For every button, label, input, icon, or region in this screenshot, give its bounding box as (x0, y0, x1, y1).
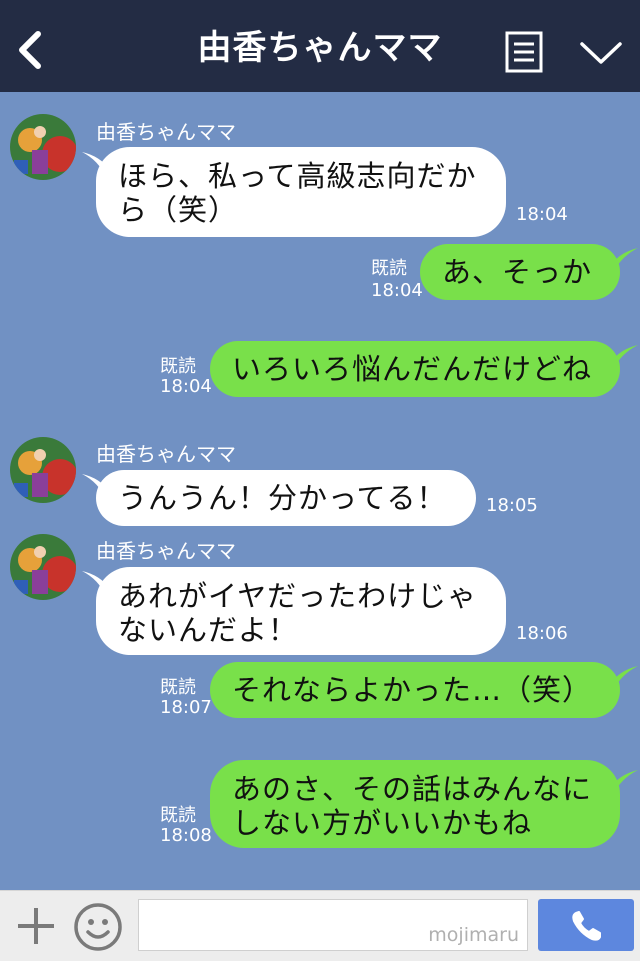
back-arrow-icon (19, 31, 41, 69)
sender-name: 由香ちゃんママ (96, 442, 236, 466)
read-receipt: 既読 (160, 677, 196, 698)
message-time: 18:04 (371, 280, 423, 301)
message-bubble[interactable]: ほら、私って高級志向だか ら（笑） (96, 147, 506, 237)
message-bubble[interactable]: あのさ、その話はみんなに しない方がいいかもね (210, 760, 620, 848)
message-bubble[interactable]: あ、そっか (420, 244, 620, 300)
message-time: 18:08 (160, 825, 212, 846)
read-receipt: 既読 (160, 356, 196, 377)
message-time: 18:07 (160, 697, 212, 718)
menu-button[interactable] (504, 30, 544, 74)
emoji-button[interactable] (72, 901, 124, 953)
chat-title: 由香ちゃんママ (197, 28, 443, 68)
watermark: mojimaru (428, 924, 519, 946)
chat-area[interactable]: 由香ちゃんママ ほら、私って高級志向だか ら（笑） 18:04 既読 18:04… (0, 92, 640, 890)
message-time: 18:04 (160, 376, 212, 397)
message-time: 18:05 (486, 495, 538, 516)
plus-icon (18, 908, 54, 944)
call-button[interactable] (538, 899, 634, 951)
sender-name: 由香ちゃんママ (96, 539, 236, 563)
avatar[interactable] (10, 437, 76, 503)
read-receipt: 既読 (160, 805, 196, 826)
back-button[interactable] (14, 28, 46, 72)
message-time: 18:04 (516, 204, 568, 225)
message-bubble[interactable]: うんうん！分かってる！ (96, 470, 476, 526)
read-receipt: 既読 (371, 258, 407, 279)
dropdown-button[interactable] (578, 38, 624, 68)
avatar[interactable] (10, 534, 76, 600)
message-bubble[interactable]: いろいろ悩んだんだけどね (210, 341, 620, 397)
message-bubble[interactable]: それならよかった…（笑） (210, 662, 620, 718)
chevron-down-icon (580, 42, 622, 64)
add-button[interactable] (14, 904, 58, 948)
sender-name: 由香ちゃんママ (96, 120, 236, 144)
smiley-icon (74, 903, 122, 951)
input-bar: mojimaru (0, 890, 640, 961)
message-bubble[interactable]: あれがイヤだったわけじゃ ないんだよ！ (96, 567, 506, 655)
avatar[interactable] (10, 114, 76, 180)
chat-header: 由香ちゃんママ (0, 0, 640, 92)
phone-icon (572, 911, 601, 941)
message-time: 18:06 (516, 623, 568, 644)
message-input[interactable]: mojimaru (138, 899, 528, 951)
menu-list-icon (505, 31, 543, 73)
